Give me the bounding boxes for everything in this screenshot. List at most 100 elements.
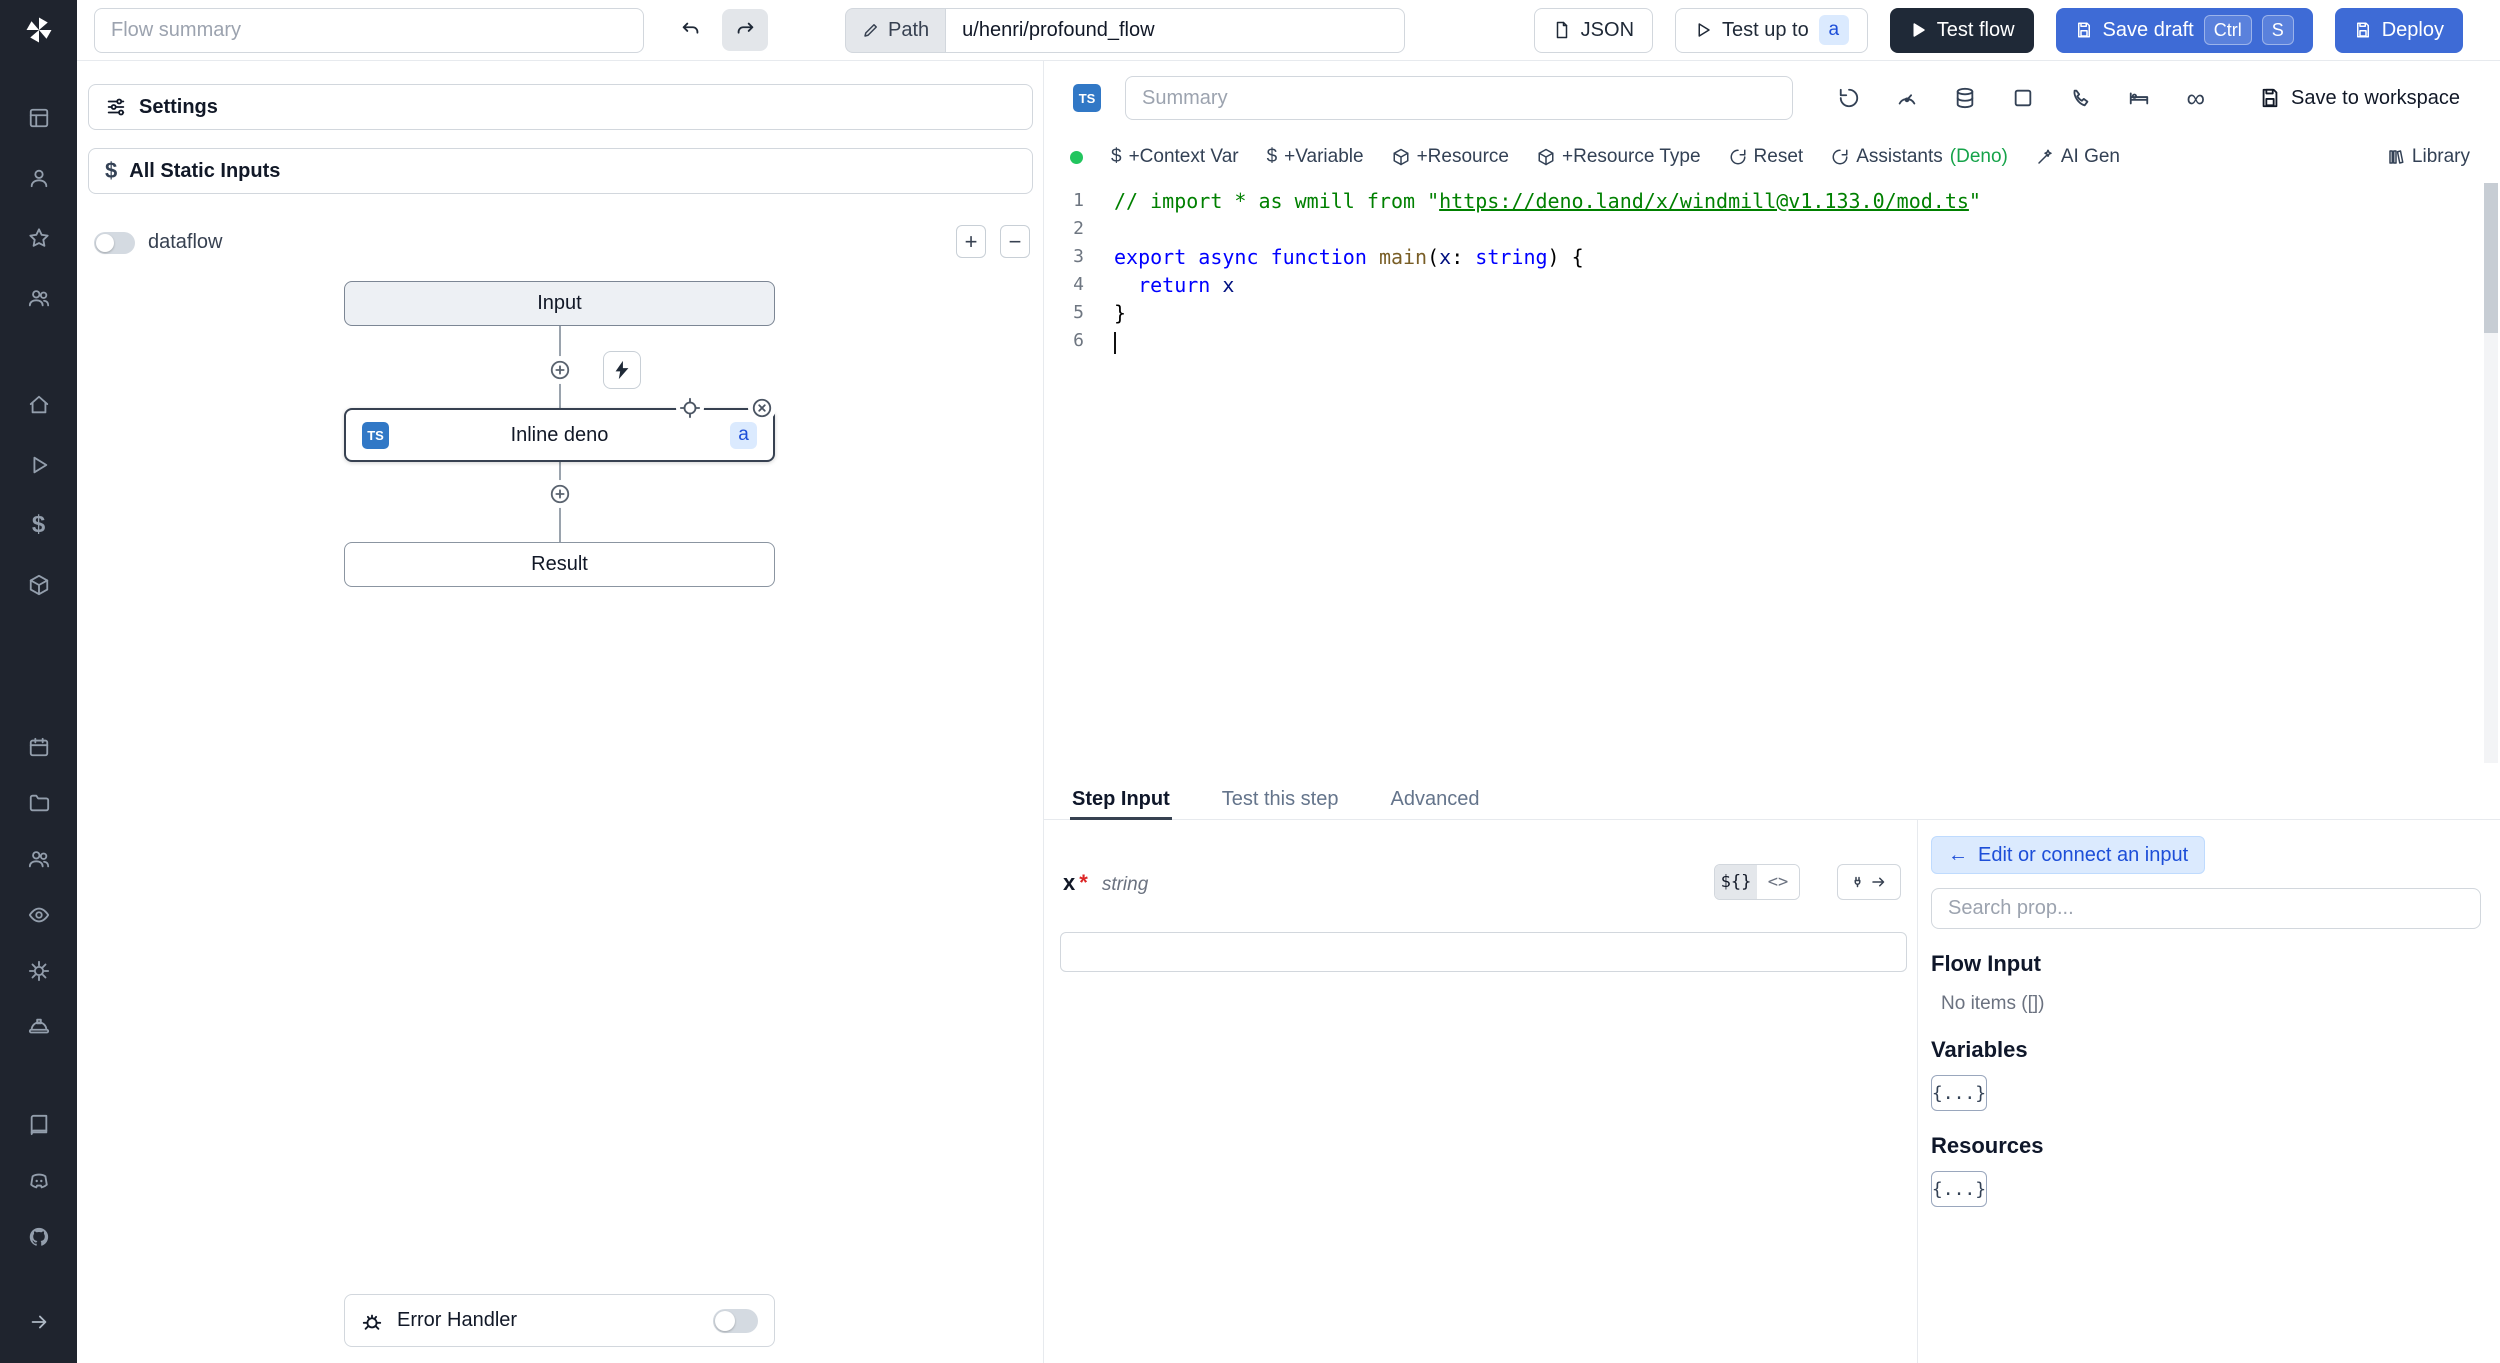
tab-test-this-step[interactable]: Test this step xyxy=(1220,779,1341,819)
code-editor[interactable]: 1// import * as wmill from "https://deno… xyxy=(1044,179,2500,779)
sidebar-item-apps[interactable] xyxy=(17,96,61,140)
flow-summary-input[interactable] xyxy=(94,7,644,53)
deploy-button[interactable]: Deploy xyxy=(2334,7,2463,53)
add-resource-type-button[interactable]: +Resource Type xyxy=(1537,146,1701,168)
path-input[interactable] xyxy=(945,7,1406,53)
add-resource-button[interactable]: +Resource xyxy=(1392,146,1509,168)
sidebar-item-schedules[interactable] xyxy=(17,725,61,769)
error-handler-row[interactable]: Error Handler xyxy=(344,1294,775,1347)
early-stop-button[interactable] xyxy=(1896,87,1918,109)
trigger-button[interactable] xyxy=(603,351,641,389)
path-edit-button[interactable]: Path xyxy=(845,7,946,53)
sidebar-item-user[interactable] xyxy=(17,156,61,200)
sidebar-item-workers[interactable] xyxy=(17,1005,61,1049)
test-flow-button[interactable]: Test flow xyxy=(1889,7,2034,53)
redo-button[interactable] xyxy=(722,9,768,51)
code-line[interactable]: 2 xyxy=(1044,215,2500,243)
scrollbar-thumb[interactable] xyxy=(2484,183,2498,333)
required-mark: * xyxy=(1079,870,1088,895)
dollar-icon: $ xyxy=(105,158,118,183)
flow-node-input[interactable]: Input xyxy=(344,281,775,326)
error-handler-toggle[interactable] xyxy=(713,1308,758,1333)
concurrency-button[interactable] xyxy=(2012,87,2034,109)
all-static-inputs-button[interactable]: $ All Static Inputs xyxy=(88,148,1033,194)
save-draft-button[interactable]: Save draft Ctrl S xyxy=(2055,7,2313,53)
sidebar-item-audit[interactable] xyxy=(17,893,61,937)
library-icon xyxy=(2389,150,2404,164)
step-id-badge: a xyxy=(730,421,757,449)
add-step-button[interactable] xyxy=(546,356,574,384)
field-value-input[interactable] xyxy=(1060,932,1907,972)
connect-input-button[interactable] xyxy=(1837,864,1901,900)
code-line[interactable]: 5} xyxy=(1044,299,2500,327)
code-line[interactable]: 3 export async function main(x: string) { xyxy=(1044,243,2500,271)
code-mode-button[interactable]: <> xyxy=(1757,865,1799,899)
flow-settings-label: Settings xyxy=(139,95,218,118)
add-variable-button[interactable]: $ +Variable xyxy=(1267,146,1364,168)
code-line[interactable]: 4 return x xyxy=(1044,271,2500,299)
sidebar-item-runs[interactable] xyxy=(17,443,61,487)
flow-node-result[interactable]: Result xyxy=(344,542,775,587)
sidebar-item-variables[interactable]: $ xyxy=(17,503,61,547)
dataflow-label: dataflow xyxy=(148,231,223,253)
undo-button[interactable] xyxy=(668,9,714,51)
json-button[interactable]: JSON xyxy=(1533,7,1654,53)
play-icon xyxy=(33,456,47,474)
sidebar-item-groups[interactable] xyxy=(17,837,61,881)
sidebar-item-docs[interactable] xyxy=(17,1103,61,1147)
sidebar-item-discord[interactable] xyxy=(17,1159,61,1203)
edit-or-connect-button[interactable]: ← Edit or connect an input xyxy=(1931,836,2206,874)
sidebar-item-github[interactable] xyxy=(17,1215,61,1259)
summary-input[interactable] xyxy=(1125,76,1793,120)
dataflow-toggle[interactable] xyxy=(94,231,135,254)
topbar-actions: JSON Test up to a Test flow Save draft C… xyxy=(1533,7,2463,53)
dollar-icon: $ xyxy=(1266,146,1278,167)
flow-node-inline-deno[interactable]: TS Inline deno a xyxy=(344,408,775,462)
assistants-button[interactable]: Assistants (Deno) xyxy=(1831,146,2008,168)
sidebar-item-users[interactable] xyxy=(17,276,61,320)
sidebar-item-settings[interactable] xyxy=(17,949,61,993)
save-to-workspace-button[interactable]: Save to workspace xyxy=(2259,87,2460,110)
sidebar-item-folders[interactable] xyxy=(17,781,61,825)
windmill-logo-icon[interactable] xyxy=(0,8,77,52)
path-group: Path xyxy=(845,7,1406,53)
flow-settings-button[interactable]: Settings xyxy=(88,84,1033,130)
result-node-label: Result xyxy=(531,553,588,575)
kbd-ctrl: Ctrl xyxy=(2203,15,2252,45)
test-up-to-button[interactable]: Test up to a xyxy=(1675,7,1868,53)
wand-icon xyxy=(2038,149,2052,164)
add-context-var-button[interactable]: $ +Context Var xyxy=(1111,146,1239,168)
code-line[interactable]: 1// import * as wmill from "https://deno… xyxy=(1044,187,2500,215)
zoom-in-button[interactable]: + xyxy=(956,225,986,258)
reset-button[interactable]: Reset xyxy=(1729,146,1803,168)
sidebar-expand-button[interactable] xyxy=(0,1300,77,1344)
resources-chip[interactable]: {...} xyxy=(1931,1171,1987,1207)
cache-button[interactable] xyxy=(1954,87,1976,109)
test-up-to-step-badge[interactable]: a xyxy=(1818,15,1849,45)
sidebar-item-home[interactable] xyxy=(17,383,61,427)
ai-gen-button[interactable]: AI Gen xyxy=(2036,146,2120,168)
undo-icon xyxy=(682,22,699,34)
add-step-button[interactable] xyxy=(546,480,574,508)
code-line[interactable]: 6 xyxy=(1044,327,2500,355)
suspend-button[interactable] xyxy=(2070,87,2092,109)
sidebar-item-resources[interactable] xyxy=(17,563,61,607)
variables-title: Variables xyxy=(1931,1037,2028,1062)
expr-mode-button[interactable]: ${} xyxy=(1715,865,1757,899)
tab-advanced[interactable]: Advanced xyxy=(1388,779,1481,819)
editor-scrollbar[interactable] xyxy=(2484,183,2498,763)
zoom-out-button[interactable]: − xyxy=(1000,225,1030,258)
tab-step-input[interactable]: Step Input xyxy=(1070,779,1172,820)
rotate-ccw-icon xyxy=(1840,88,1859,108)
package-icon xyxy=(29,574,48,596)
sidebar-item-favorites[interactable] xyxy=(17,216,61,260)
flow-input-title: Flow Input xyxy=(1931,951,2041,976)
library-button[interactable]: Library xyxy=(2387,146,2470,168)
delete-step-button[interactable] xyxy=(748,394,776,422)
sleep-button[interactable] xyxy=(2128,87,2150,109)
variables-chip[interactable]: {...} xyxy=(1931,1075,1987,1111)
retries-button[interactable] xyxy=(1838,87,1860,109)
loop-button[interactable]: ∞ xyxy=(2186,85,2205,111)
prop-search-input[interactable] xyxy=(1931,888,2481,929)
move-step-button[interactable] xyxy=(676,394,704,422)
